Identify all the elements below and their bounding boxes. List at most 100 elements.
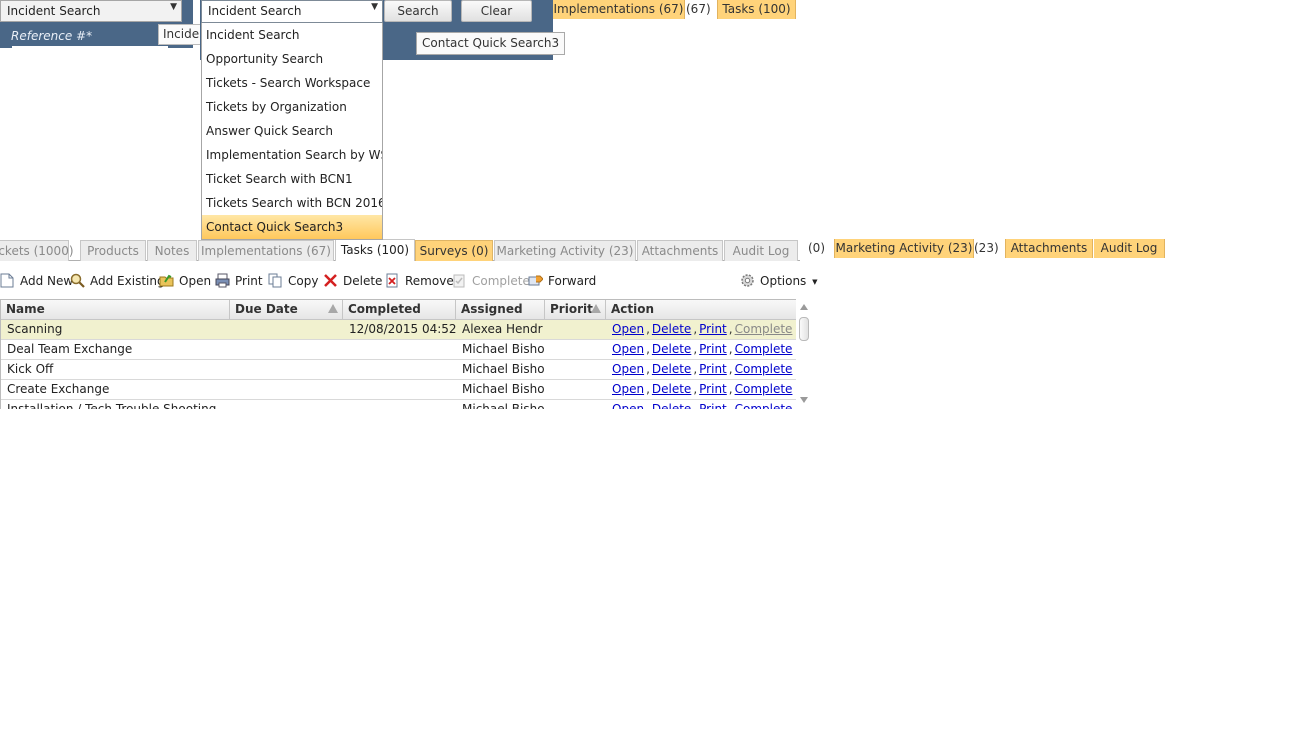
tab-marketing-floating[interactable]: Marketing Activity (23) [834, 239, 974, 258]
cell-due [230, 360, 343, 380]
column-header-label: Due Date [235, 302, 298, 316]
tab-audit-log-floating[interactable]: Audit Log [1094, 239, 1165, 258]
magnifier-icon [70, 273, 85, 288]
dropdown-option[interactable]: Incident Search [202, 23, 382, 47]
cell-priority [545, 400, 606, 409]
table-row[interactable]: Kick Off Michael Bisho Open, Delete, Print, C… [1, 360, 796, 380]
dropdown-option[interactable]: Answer Quick Search [202, 119, 382, 143]
reference-input[interactable] [12, 46, 168, 50]
delete-link[interactable]: Delete [652, 342, 691, 356]
delete-button[interactable]: Delete [323, 273, 382, 291]
right-search-type-select[interactable]: Incident Search ▼ [201, 0, 383, 23]
complete-link[interactable]: Complete [735, 362, 793, 376]
forward-label: Forward [548, 274, 597, 288]
tab-audit-log[interactable]: Audit Log [724, 240, 798, 261]
dropdown-option[interactable]: Tickets Search with BCN 2016 [202, 191, 382, 215]
open-link[interactable]: Open [612, 342, 644, 356]
search-button[interactable]: Search [384, 0, 452, 22]
tab-attachments[interactable]: Attachments [637, 240, 723, 261]
dropdown-option[interactable]: Opportunity Search [202, 47, 382, 71]
add-existing-button[interactable]: Add Existing [70, 273, 165, 291]
chevron-down-icon: ▼ [170, 2, 177, 12]
action-separator: , [646, 402, 650, 409]
add-new-button[interactable]: Add New [0, 273, 73, 291]
remove-icon [385, 273, 400, 288]
caret-down-icon: ▼ [812, 278, 818, 286]
clear-button[interactable]: Clear [461, 0, 532, 22]
complete-link[interactable]: Complete [735, 342, 793, 356]
copy-label: Copy [288, 274, 319, 288]
scroll-thumb[interactable] [799, 317, 809, 341]
action-separator: , [693, 322, 698, 336]
scroll-up-arrow-icon[interactable] [800, 304, 808, 310]
tab-tasks[interactable]: Tasks (100) [335, 239, 415, 261]
tab-products[interactable]: Products [80, 240, 146, 261]
tab-implementations-floating[interactable]: Implementations (67) [553, 0, 685, 19]
clipboard-check-icon [452, 273, 467, 288]
action-separator: , [728, 402, 733, 409]
add-new-label: Add New [20, 274, 74, 288]
options-button[interactable]: Options ▼ [740, 273, 818, 291]
reference-label: Reference #* [11, 29, 93, 43]
dropdown-option[interactable]: Implementation Search by WS ID [202, 143, 382, 167]
column-header-completed[interactable]: Completed [343, 300, 456, 320]
tab-notes[interactable]: Notes [147, 240, 197, 261]
print-link[interactable]: Print [699, 402, 727, 409]
tab-implementations[interactable]: Implementations (67) [198, 240, 334, 261]
left-search-type-select[interactable]: Incident Search ▼ [0, 0, 182, 22]
cell-completed [343, 380, 456, 400]
forward-icon [528, 273, 544, 288]
action-separator: , [693, 402, 698, 409]
table-row[interactable]: Scanning 12/08/2015 04:52 Alexea Hendr Open… [1, 320, 796, 340]
print-link[interactable]: Print [699, 362, 727, 376]
open-link[interactable]: Open [612, 402, 644, 409]
tab-tasks-floating[interactable]: Tasks (100) [717, 0, 796, 19]
open-folder-icon [159, 273, 174, 288]
column-header-name[interactable]: Name [1, 300, 230, 320]
print-link[interactable]: Print [699, 342, 727, 356]
copy-button[interactable]: Copy [268, 273, 318, 291]
open-link[interactable]: Open [612, 322, 644, 336]
cell-priority [545, 380, 606, 400]
print-link[interactable]: Print [699, 322, 727, 336]
complete-button[interactable]: Complete [452, 273, 530, 291]
forward-button[interactable]: Forward [528, 273, 596, 291]
complete-link[interactable]: Complete [735, 322, 793, 336]
open-button[interactable]: Open [159, 273, 211, 291]
open-link[interactable]: Open [612, 362, 644, 376]
dropdown-option[interactable]: Tickets by Organization [202, 95, 382, 119]
dropdown-option[interactable]: Ticket Search with BCN1 [202, 167, 382, 191]
dropdown-option[interactable]: Tickets - Search Workspace [202, 71, 382, 95]
cell-due [230, 380, 343, 400]
scroll-down-arrow-icon[interactable] [800, 397, 808, 403]
remove-label: Remove [405, 274, 454, 288]
tab-marketing-activity[interactable]: Marketing Activity (23) [494, 240, 636, 261]
tab-surveys[interactable]: Surveys (0) [415, 240, 493, 261]
delete-link[interactable]: Delete [652, 322, 691, 336]
open-link[interactable]: Open [612, 382, 644, 396]
remove-button[interactable]: Remove [385, 273, 454, 291]
complete-link[interactable]: Complete [735, 402, 793, 409]
print-button[interactable]: Print [215, 273, 263, 291]
cell-assigned: Michael Bisho [462, 402, 545, 409]
column-header-action[interactable]: Action [606, 300, 796, 320]
column-header-due-date[interactable]: Due Date [230, 300, 343, 320]
dropdown-option[interactable]: Contact Quick Search3 [202, 215, 382, 239]
tab-attachments-floating[interactable]: Attachments [1005, 239, 1093, 258]
delete-link[interactable]: Delete [652, 382, 691, 396]
table-row[interactable]: Create Exchange Michael Bisho Open, Delete,… [1, 380, 796, 400]
column-header-priorit[interactable]: Priorit [545, 300, 606, 320]
delete-link[interactable]: Delete [652, 402, 691, 409]
cell-actions: Open, Delete, Print, Complete [606, 400, 796, 409]
tab-ickets[interactable]: ickets (1000) [0, 240, 74, 261]
table-row[interactable]: Deal Team Exchange Michael Bisho Open, Dele… [1, 340, 796, 360]
cell-name: Kick Off [7, 362, 54, 376]
column-header-assigned[interactable]: Assigned [456, 300, 545, 320]
saved-search-chip[interactable]: Contact Quick Search3 [416, 32, 566, 55]
delete-link[interactable]: Delete [652, 362, 691, 376]
complete-link[interactable]: Complete [735, 382, 793, 396]
grid-scrollbar[interactable] [797, 299, 811, 409]
table-row[interactable]: Installation / Tech Trouble Shooting Mich… [1, 400, 796, 409]
action-separator: , [693, 342, 698, 356]
print-link[interactable]: Print [699, 382, 727, 396]
